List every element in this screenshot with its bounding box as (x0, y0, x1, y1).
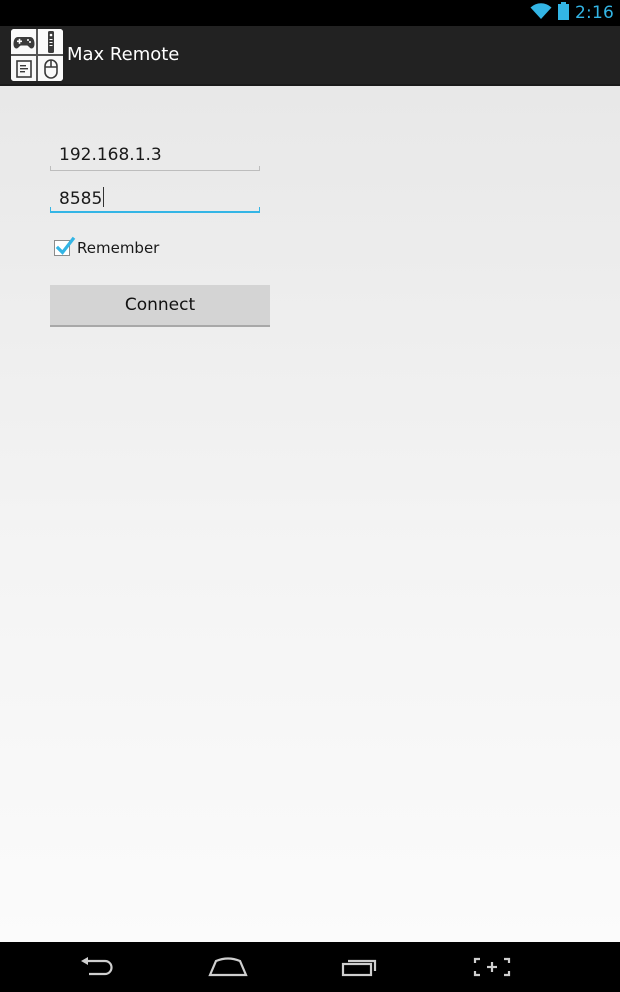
recent-apps-icon[interactable] (330, 942, 390, 992)
app-title: Max Remote (67, 44, 180, 65)
text-cursor (103, 187, 105, 207)
remember-checkbox-row[interactable]: Remember (54, 236, 159, 260)
connect-button[interactable]: Connect (50, 285, 270, 327)
wifi-icon (530, 2, 552, 24)
back-icon[interactable] (67, 942, 127, 992)
max-remote-app-icon[interactable] (11, 29, 63, 81)
ip-address-value: 192.168.1.3 (59, 145, 162, 165)
keyboard-document-icon (11, 56, 36, 81)
checkmark-icon (55, 236, 76, 255)
status-time: 2:16 (575, 3, 614, 23)
battery-icon (558, 2, 570, 24)
mouse-icon (38, 56, 63, 81)
navigation-bar (0, 942, 620, 992)
gamepad-icon (11, 29, 36, 54)
remember-label: Remember (77, 239, 160, 257)
remember-checkbox[interactable] (54, 236, 76, 256)
action-bar: Max Remote (0, 26, 620, 86)
port-value: 8585 (59, 189, 103, 209)
status-bar: 2:16 (0, 0, 620, 26)
ip-address-input[interactable]: 192.168.1.3 (50, 141, 260, 171)
port-input[interactable]: 8585 (50, 183, 260, 213)
port-value-wrapper: 8585 (59, 187, 105, 209)
remote-control-icon (38, 29, 63, 54)
status-icons: 2:16 (530, 0, 614, 26)
main-content: 192.168.1.3 8585 Remember Connect (0, 86, 620, 942)
screenshot-icon[interactable] (462, 942, 522, 992)
home-icon[interactable] (198, 942, 258, 992)
